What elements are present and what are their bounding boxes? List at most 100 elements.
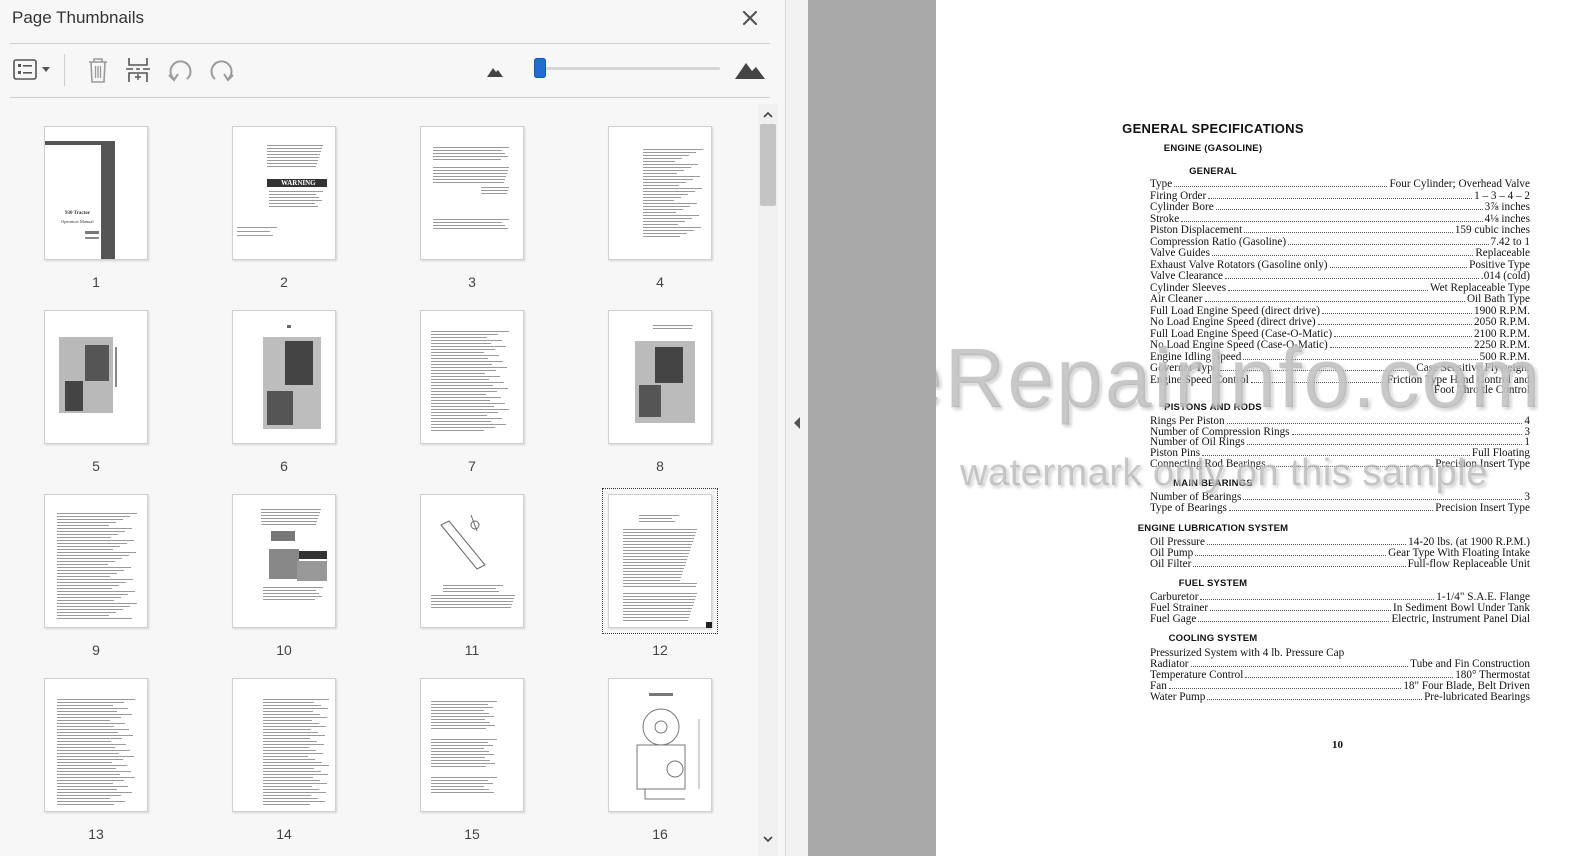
thumb-text-line bbox=[263, 756, 308, 757]
thumbnail-page-preview bbox=[608, 126, 712, 260]
thumb-text-line bbox=[57, 726, 114, 727]
thumbnail-size-slider[interactable] bbox=[536, 67, 720, 70]
panel-title: Page Thumbnails bbox=[12, 8, 144, 27]
document-background bbox=[808, 0, 936, 856]
page-thumbnail-1[interactable]: 930 Tractor Operators Manual 1 bbox=[38, 126, 154, 302]
leader-dots bbox=[1243, 352, 1478, 360]
thumb-text-line bbox=[263, 723, 319, 724]
thumb-text-line bbox=[57, 705, 113, 706]
thumb-text-line bbox=[57, 762, 112, 763]
thumb-caption: 930 Tractor bbox=[65, 211, 90, 216]
thumb-text-line bbox=[623, 574, 682, 575]
thumb-text-line bbox=[57, 513, 137, 514]
zoom-in-thumbnails-button[interactable] bbox=[732, 54, 768, 86]
thumb-image-block bbox=[101, 141, 115, 259]
thumb-image-block bbox=[85, 231, 99, 234]
page-thumbnail-7[interactable]: 7 bbox=[414, 310, 530, 486]
spec-row: Type of Bearings Precision Insert Type bbox=[1150, 502, 1530, 514]
page-thumbnail-3[interactable]: 3 bbox=[414, 126, 530, 302]
spec-value: Wet Replaceable Type bbox=[1430, 281, 1530, 294]
thumb-text-line bbox=[57, 546, 120, 547]
document-page[interactable]: GENERAL SPECIFICATIONS ENGINE (GASOLINE)… bbox=[936, 0, 1592, 856]
thumb-text-line bbox=[433, 228, 508, 229]
rotate-counterclockwise-button[interactable] bbox=[164, 54, 196, 86]
spec-label: Type of Bearings bbox=[1150, 502, 1227, 514]
thumb-text-line bbox=[263, 786, 312, 787]
thumb-text-line bbox=[263, 750, 316, 751]
thumb-text-line bbox=[263, 711, 313, 712]
thumb-text-line bbox=[431, 766, 486, 767]
thumbnail-page-number: 14 bbox=[276, 826, 292, 842]
thumb-text-line bbox=[261, 518, 318, 519]
zoom-out-thumbnails-button[interactable] bbox=[482, 54, 508, 86]
thumb-text-line bbox=[431, 760, 490, 761]
page-thumbnail-2[interactable]: WARNING 2 bbox=[226, 126, 342, 302]
page-thumbnail-10[interactable]: 10 bbox=[226, 494, 342, 670]
thumb-text-line bbox=[267, 151, 321, 152]
thumb-text-line bbox=[643, 176, 700, 177]
spec-row: No Load Engine Speed (Case-O-Matic) 2250 … bbox=[1150, 339, 1530, 351]
close-icon[interactable] bbox=[736, 4, 764, 32]
thumb-text-line bbox=[57, 756, 134, 757]
thumbnail-page-preview bbox=[232, 678, 336, 812]
page-thumbnail-8[interactable]: 8 bbox=[602, 310, 718, 486]
section-heading-fuel: FUEL SYSTEM bbox=[1178, 578, 1248, 589]
page-thumbnail-5[interactable]: 5 bbox=[38, 310, 154, 486]
thumb-text-line bbox=[57, 783, 113, 784]
page-thumbnail-11[interactable]: 11 bbox=[414, 494, 530, 670]
thumb-text-line bbox=[431, 430, 484, 431]
thumb-text-line bbox=[57, 747, 115, 748]
collapse-panel-arrow-icon[interactable] bbox=[792, 416, 802, 430]
delete-pages-button[interactable] bbox=[82, 54, 114, 86]
spec-value: Precision Insert Type bbox=[1435, 502, 1530, 514]
thumb-text-line bbox=[623, 529, 697, 530]
thumb-text-line bbox=[643, 164, 698, 165]
spec-row: Cylinder Sleeves Wet Replaceable Type bbox=[1150, 282, 1530, 294]
panel-splitter[interactable] bbox=[786, 0, 808, 856]
spec-row: Fuel Gage Electric, Instrument Panel Dial bbox=[1150, 613, 1530, 625]
spec-value: 500 R.P.M. bbox=[1479, 350, 1530, 363]
leader-dots bbox=[1228, 283, 1428, 291]
thumbnail-page-preview bbox=[420, 494, 524, 628]
page-thumbnail-14[interactable]: 14 bbox=[226, 678, 342, 854]
thumbnail-scroll-area[interactable]: 930 Tractor Operators Manual 1 WARNING 2 3 4 5 6… bbox=[0, 104, 758, 856]
thumbnail-options-button[interactable] bbox=[10, 54, 56, 86]
thumbnail-scrollbar[interactable] bbox=[758, 104, 778, 856]
thumb-text-line bbox=[643, 149, 703, 150]
scroll-down-arrow-icon[interactable] bbox=[762, 832, 774, 844]
thumbnail-toolbar bbox=[0, 46, 780, 96]
resize-handle-icon[interactable] bbox=[706, 622, 712, 628]
thumb-caption: Operators Manual bbox=[61, 219, 94, 224]
page-thumbnail-16[interactable]: 16 bbox=[602, 678, 718, 854]
thumb-text-line bbox=[623, 617, 689, 618]
page-title: GENERAL SPECIFICATIONS bbox=[1122, 121, 1304, 136]
thumb-text-line bbox=[431, 334, 498, 335]
rotate-clockwise-icon bbox=[207, 55, 237, 85]
thumb-text-line bbox=[261, 509, 321, 510]
thumb-text-line bbox=[431, 595, 515, 596]
rotate-clockwise-button[interactable] bbox=[206, 54, 238, 86]
thumb-text-line bbox=[643, 200, 674, 201]
thumb-text-line bbox=[643, 230, 694, 231]
page-thumbnail-4[interactable]: 4 bbox=[602, 126, 718, 302]
thumb-text-line bbox=[431, 403, 505, 404]
page-thumbnail-12[interactable]: 12 bbox=[602, 488, 718, 670]
page-thumbnail-9[interactable]: 9 bbox=[38, 494, 154, 670]
leader-dots bbox=[1243, 492, 1523, 500]
page-thumbnail-15[interactable]: 15 bbox=[414, 678, 530, 854]
spec-value: 2250 R.P.M. bbox=[1474, 339, 1530, 351]
leader-dots bbox=[1317, 317, 1473, 325]
thumb-text-line bbox=[431, 424, 506, 425]
scroll-up-arrow-icon[interactable] bbox=[762, 108, 774, 120]
page-thumbnail-13[interactable]: 13 bbox=[38, 678, 154, 854]
thumb-text-line bbox=[433, 182, 504, 183]
insert-pages-button[interactable] bbox=[122, 54, 154, 86]
scrollbar-thumb[interactable] bbox=[760, 124, 776, 206]
thumb-text-line bbox=[433, 170, 508, 171]
leader-dots bbox=[1321, 306, 1473, 314]
thumb-text-line bbox=[433, 167, 509, 168]
thumb-text-line bbox=[431, 370, 496, 371]
thumbnail-size-handle[interactable] bbox=[533, 58, 546, 78]
page-thumbnail-6[interactable]: 6 bbox=[226, 310, 342, 486]
spec-row: Engine Idling Speed 500 R.P.M. bbox=[1150, 351, 1530, 363]
